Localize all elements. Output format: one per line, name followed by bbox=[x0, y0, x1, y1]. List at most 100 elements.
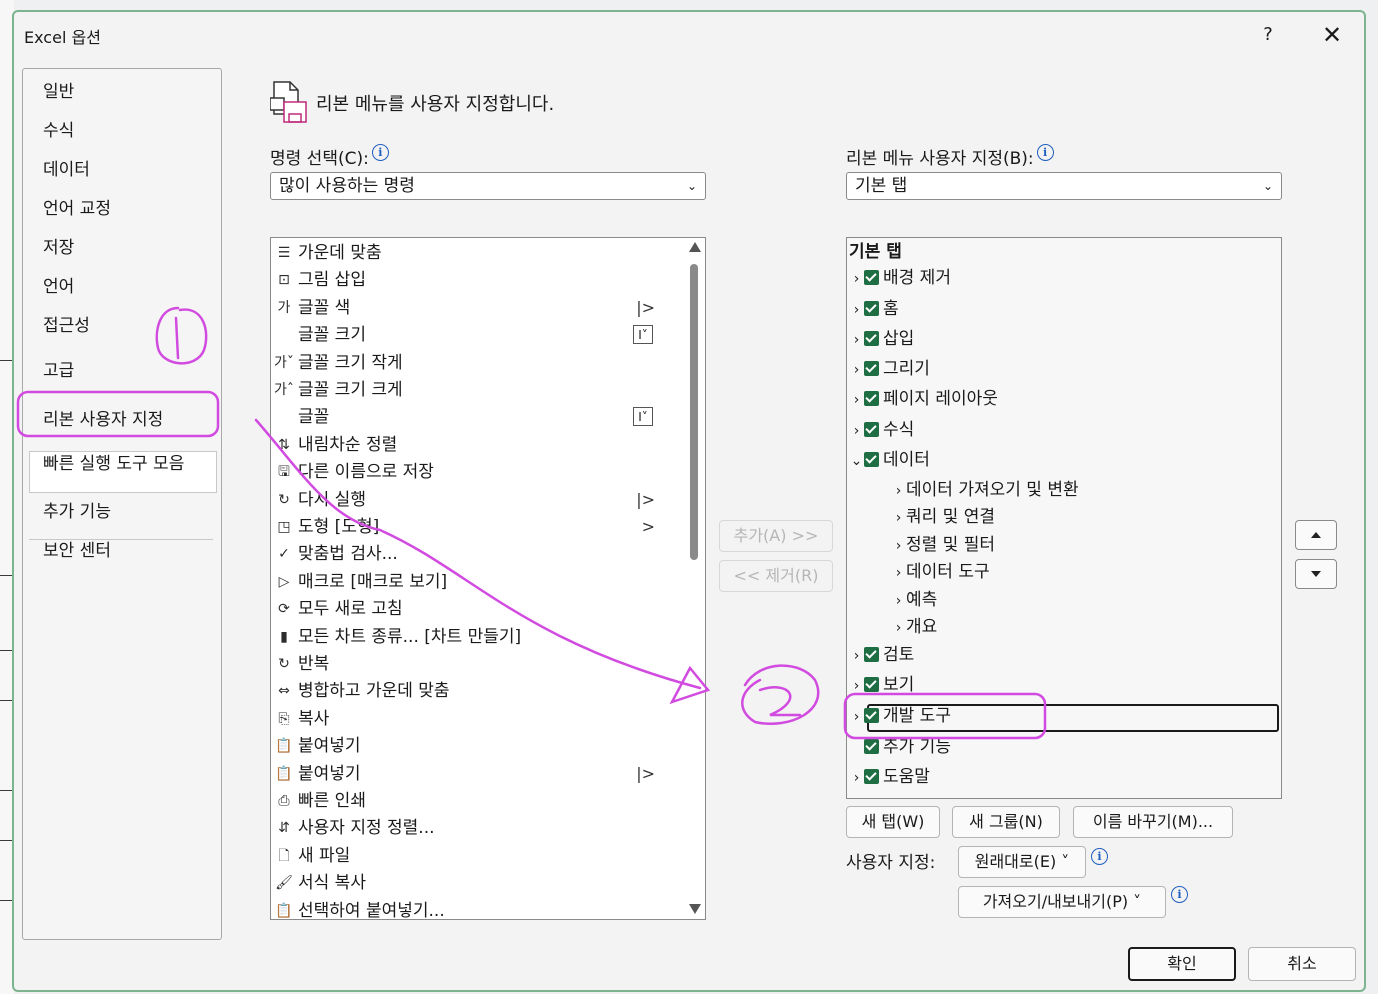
ribbon-group-item[interactable]: › 개요 bbox=[891, 613, 938, 642]
chevron-right-icon[interactable]: › bbox=[891, 587, 906, 615]
add-button[interactable]: 추가(A) >> bbox=[719, 520, 833, 552]
command-item[interactable]: ▮ 모든 차트 종류... [차트 만들기] bbox=[273, 624, 679, 650]
ribbon-tree[interactable]: 기본 탭 › 배경 제거 › 홈 › 삽입 › 그리기 › 페이지 레이아웃 › 수식 ⌄ 데이터 › 데이터… bbox=[846, 237, 1282, 799]
nav-item-advanced[interactable]: 고급 bbox=[43, 356, 74, 381]
command-item[interactable]: 🖌 서식 복사 bbox=[273, 870, 679, 896]
command-item[interactable]: 🖫 다른 이름으로 저장 bbox=[273, 459, 679, 485]
ribbon-tab-item[interactable]: › 그리기 bbox=[849, 355, 930, 383]
ribbon-tab-item[interactable]: › 삽입 bbox=[849, 325, 915, 354]
nav-item-formulas[interactable]: 수식 bbox=[43, 116, 74, 141]
choose-commands-combo[interactable]: 많이 사용하는 명령 ⌄ bbox=[270, 172, 706, 200]
chevron-right-icon[interactable]: › bbox=[849, 386, 864, 414]
new-group-button[interactable]: 새 그룹(N) bbox=[952, 806, 1060, 838]
close-button[interactable]: ✕ bbox=[1314, 20, 1350, 50]
command-item[interactable]: ☰ 가운데 맞춤 bbox=[273, 240, 679, 266]
nav-item-customize-ribbon[interactable]: 리본 사용자 지정 bbox=[43, 405, 163, 430]
command-item[interactable]: ◳ 도형 [도형] > bbox=[273, 514, 679, 540]
checkbox-checked-icon[interactable] bbox=[864, 452, 879, 467]
nav-item-general[interactable]: 일반 bbox=[43, 77, 74, 102]
nav-item-proofing[interactable]: 언어 교정 bbox=[43, 194, 111, 219]
ribbon-tab-item[interactable]: › 배경 제거 bbox=[849, 264, 951, 292]
chevron-down-icon[interactable]: ⌄ bbox=[849, 447, 864, 475]
rename-button[interactable]: 이름 바꾸기(M)... bbox=[1073, 806, 1233, 838]
command-item[interactable]: 📋 붙여넣기 |> bbox=[273, 761, 679, 787]
command-item[interactable]: 가ˆ 글꼴 크기 크게 bbox=[273, 377, 679, 403]
import-export-dropdown-button[interactable]: 가져오기/내보내기(P) ˅ bbox=[958, 886, 1166, 918]
command-item[interactable]: ↻ 반복 bbox=[273, 651, 679, 677]
ribbon-group-item[interactable]: › 정렬 및 필터 bbox=[891, 531, 995, 559]
nav-item-add-ins[interactable]: 추가 기능 bbox=[43, 497, 111, 522]
command-item[interactable]: ▷ 매크로 [매크로 보기] bbox=[273, 569, 679, 595]
ribbon-tab-item[interactable]: › 보기 bbox=[849, 671, 915, 700]
command-item[interactable]: 📋 붙여넣기 bbox=[273, 733, 679, 759]
checkbox-checked-icon[interactable] bbox=[864, 769, 879, 784]
commands-scrollbar[interactable] bbox=[687, 242, 701, 914]
command-item[interactable]: ⟳ 모두 새로 고침 bbox=[273, 596, 679, 622]
command-item[interactable]: ⇵ 사용자 지정 정렬... bbox=[273, 815, 679, 841]
chevron-right-icon[interactable]: › bbox=[849, 265, 864, 293]
checkbox-checked-icon[interactable] bbox=[864, 391, 879, 406]
chevron-right-icon[interactable]: › bbox=[849, 703, 864, 731]
chevron-right-icon[interactable]: › bbox=[849, 326, 864, 354]
ribbon-group-item[interactable]: › 데이터 도구 bbox=[891, 558, 990, 586]
ok-button[interactable]: 확인 bbox=[1128, 947, 1236, 981]
nav-item-accessibility[interactable]: 접근성 bbox=[43, 311, 90, 336]
command-item[interactable]: 가ˇ 글꼴 크기 작게 bbox=[273, 350, 679, 376]
chevron-right-icon[interactable]: › bbox=[891, 614, 906, 642]
checkbox-checked-icon[interactable] bbox=[864, 331, 879, 346]
scroll-up-icon[interactable] bbox=[689, 242, 701, 252]
cancel-button[interactable]: 취소 bbox=[1248, 947, 1356, 981]
command-item[interactable]: 글꼴 I˅ bbox=[273, 404, 679, 430]
help-button[interactable]: ? bbox=[1250, 20, 1286, 50]
command-item[interactable]: 📋 선택하여 붙여넣기... bbox=[273, 898, 679, 919]
checkbox-checked-icon[interactable] bbox=[864, 708, 879, 723]
command-item[interactable]: ⇅ 내림차순 정렬 bbox=[273, 432, 679, 458]
scroll-thumb[interactable] bbox=[690, 264, 698, 560]
nav-item-save[interactable]: 저장 bbox=[43, 233, 74, 258]
chevron-right-icon[interactable]: › bbox=[849, 672, 864, 700]
ribbon-tab-item[interactable]: › 홈 bbox=[849, 295, 899, 323]
checkbox-checked-icon[interactable] bbox=[864, 739, 879, 754]
command-item[interactable]: 가 글꼴 색 |> bbox=[273, 295, 679, 321]
command-item[interactable]: ✓ 맞춤법 검사... bbox=[273, 541, 679, 567]
nav-item-language[interactable]: 언어 bbox=[43, 272, 74, 297]
chevron-right-icon[interactable]: › bbox=[891, 504, 906, 532]
chevron-right-icon[interactable]: › bbox=[849, 764, 864, 792]
command-item[interactable]: ↻ 다시 실행 |> bbox=[273, 487, 679, 513]
checkbox-checked-icon[interactable] bbox=[864, 361, 879, 376]
ribbon-tab-item[interactable]: › 페이지 레이아웃 bbox=[849, 385, 998, 413]
nav-item-data[interactable]: 데이터 bbox=[43, 155, 90, 180]
chevron-right-icon[interactable]: › bbox=[849, 417, 864, 445]
command-item[interactable]: 글꼴 크기 I˅ bbox=[273, 322, 679, 348]
command-item[interactable]: ⎙ 빠른 인쇄 bbox=[273, 788, 679, 814]
command-item[interactable]: 🗋 새 파일 bbox=[273, 843, 679, 869]
ribbon-group-item[interactable]: › 데이터 가져오기 및 변환 bbox=[891, 476, 1079, 504]
new-tab-button[interactable]: 새 탭(W) bbox=[846, 806, 940, 838]
nav-item-quick-access-toolbar[interactable]: 빠른 실행 도구 모음 bbox=[43, 449, 184, 474]
ribbon-group-item[interactable]: › 예측 bbox=[891, 586, 938, 615]
chevron-right-icon[interactable]: › bbox=[849, 356, 864, 384]
ribbon-tabs-combo[interactable]: 기본 탭 ⌄ bbox=[846, 172, 1282, 200]
ribbon-tab-item[interactable]: › 도움말 bbox=[849, 763, 930, 791]
chevron-right-icon[interactable]: › bbox=[891, 477, 906, 505]
checkbox-checked-icon[interactable] bbox=[864, 422, 879, 437]
chevron-right-icon[interactable]: › bbox=[849, 642, 864, 670]
ribbon-tab-item[interactable]: › 개발 도구 bbox=[849, 702, 951, 730]
nav-item-trust-center[interactable]: 보안 센터 bbox=[43, 536, 111, 561]
chevron-right-icon[interactable]: › bbox=[891, 532, 906, 560]
ribbon-tab-item[interactable]: › 수식 bbox=[849, 416, 915, 445]
remove-button[interactable]: << 제거(R) bbox=[719, 560, 833, 592]
command-item[interactable]: ⇔ 병합하고 가운데 맞춤 bbox=[273, 678, 679, 704]
move-down-button[interactable] bbox=[1295, 559, 1337, 589]
scroll-down-icon[interactable] bbox=[689, 904, 701, 914]
checkbox-checked-icon[interactable] bbox=[864, 677, 879, 692]
checkbox-checked-icon[interactable] bbox=[864, 301, 879, 316]
chevron-right-icon[interactable]: › bbox=[849, 296, 864, 324]
checkbox-checked-icon[interactable] bbox=[864, 270, 879, 285]
commands-listbox[interactable]: ☰ 가운데 맞춤 ⊡ 그림 삽입 가 글꼴 색 |> 글꼴 크기 I˅ 가ˇ 글꼴 크기 작게 가ˆ 글… bbox=[270, 237, 706, 920]
ribbon-tab-item[interactable]: ⌄ 데이터 bbox=[849, 446, 930, 474]
reset-dropdown-button[interactable]: 원래대로(E) ˅ bbox=[958, 846, 1086, 878]
ribbon-group-item[interactable]: › 쿼리 및 연결 bbox=[891, 503, 995, 531]
command-item[interactable]: ⎘ 복사 bbox=[273, 706, 679, 732]
command-item[interactable]: ⊡ 그림 삽입 bbox=[273, 267, 679, 293]
